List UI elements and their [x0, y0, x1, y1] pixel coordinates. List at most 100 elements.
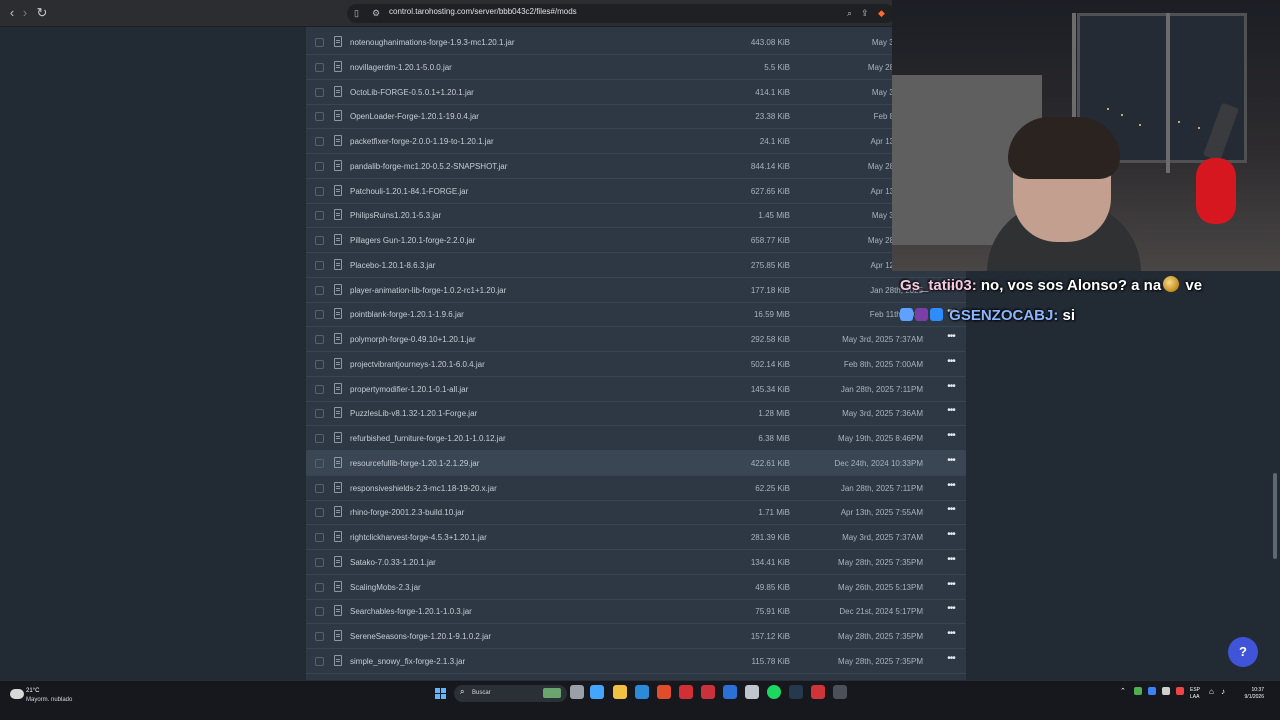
brave-shield-icon[interactable]: ◆ [878, 7, 885, 20]
more-options-icon[interactable]: ••• [945, 530, 957, 542]
more-options-icon[interactable]: ••• [945, 332, 957, 344]
file-name[interactable]: responsiveshields-2.3-mc1.18-19-20.x.jar [350, 484, 497, 493]
volume-icon[interactable]: ♪ [1221, 687, 1225, 696]
file-name[interactable]: OpenLoader-Forge-1.20.1-19.0.4.jar [350, 112, 479, 121]
taskbar-search[interactable]: ⌕ Buscar [454, 685, 567, 702]
row-checkbox[interactable] [315, 409, 324, 419]
language-top[interactable]: ESP [1190, 687, 1200, 693]
file-row[interactable]: Satako-7.0.33-1.20.1.jar 134.41 KiB May 28… [306, 550, 966, 575]
file-row[interactable]: rhino-forge-2001.2.3-build.10.jar 1.71 Mi… [306, 500, 966, 526]
zoom-icon[interactable]: ⌕ [847, 7, 852, 20]
file-row[interactable]: novillagerdm-1.20.1-5.0.0.jar 5.5 KiB May … [306, 55, 966, 80]
row-checkbox[interactable] [315, 161, 324, 171]
row-checkbox[interactable] [315, 359, 324, 369]
more-options-icon[interactable]: ••• [945, 356, 957, 369]
file-row[interactable]: Placebo-1.20.1-8.6.3.jar275.85 KiBApr 12… [306, 253, 966, 278]
row-checkbox[interactable] [315, 458, 324, 468]
file-name[interactable]: PuzzlesLib-v8.1.32-1.20.1-Forge.jar [350, 409, 477, 418]
file-name[interactable]: ScalingMobs-2.3.jar [350, 583, 421, 592]
row-checkbox[interactable] [315, 607, 324, 617]
obs-icon[interactable] [811, 685, 825, 699]
file-name[interactable]: Patchouli-1.20.1-84.1-FORGE.jar [350, 187, 468, 196]
file-row[interactable]: responsiveshields-2.3-mc1.18-19-20.x.jar… [306, 476, 966, 501]
file-row[interactable]: pandalib-forge-mc1.20-0.5.2-SNAPSHOT.jar… [306, 154, 966, 179]
clock-time[interactable]: 10:37 [1251, 687, 1264, 693]
language-bottom[interactable]: LAA [1190, 694, 1199, 700]
more-options-icon[interactable]: ••• [945, 455, 957, 468]
file-name[interactable]: pointblank-forge-1.20.1-1.9.6.jar [350, 310, 464, 319]
wifi-icon[interactable]: ⌂ [1209, 687, 1214, 696]
file-name[interactable]: projectvibrantjourneys-1.20.1-6.0.4.jar [350, 360, 485, 369]
row-checkbox[interactable] [315, 137, 324, 146]
app-icon[interactable] [723, 685, 737, 699]
file-name[interactable]: packetfixer-forge-2.0.0-1.19-to-1.20.1.j… [350, 137, 494, 146]
chevron-up-icon[interactable]: ⌃ [1120, 687, 1126, 695]
more-options-icon[interactable]: ••• [945, 579, 957, 592]
row-checkbox[interactable] [315, 236, 324, 245]
file-row[interactable]: rightclickharvest-forge-4.5.3+1.20.1.jar… [306, 525, 966, 550]
file-explorer-icon[interactable] [613, 685, 627, 699]
more-options-icon[interactable]: ••• [945, 431, 957, 443]
file-name[interactable]: Pillagers Gun-1.20.1-forge-2.2.0.jar [350, 236, 475, 245]
row-checkbox[interactable] [315, 62, 324, 72]
file-name[interactable]: notenoughanimations-forge-1.9.3-mc1.20.1… [350, 38, 515, 47]
file-name[interactable]: Searchables-forge-1.20.1-1.0.3.jar [350, 607, 472, 616]
file-row[interactable]: ScalingMobs-2.3.jar 49.85 KiB May 26th, 20… [306, 575, 966, 600]
file-name[interactable]: player-animation-lib-forge-1.0.2-rc1+1.2… [350, 286, 506, 295]
file-name[interactable]: pandalib-forge-mc1.20-0.5.2-SNAPSHOT.jar [350, 162, 507, 171]
file-name[interactable]: rightclickharvest-forge-4.5.3+1.20.1.jar [350, 533, 487, 542]
file-row[interactable]: simple_snowy_fix-forge-2.1.3.jar 115.78 K… [306, 649, 966, 674]
more-options-icon[interactable]: ••• [945, 604, 957, 616]
widgets-icon[interactable] [590, 685, 604, 699]
row-checkbox[interactable] [315, 384, 324, 394]
app-icon[interactable] [745, 685, 759, 699]
file-row[interactable]: OpenLoader-Forge-1.20.1-19.0.4.jar 23.38 … [306, 104, 966, 130]
row-checkbox[interactable] [315, 508, 324, 518]
file-row[interactable]: OctoLib-FORGE-0.5.0.1+1.20.1.jar 414.1 Ki… [306, 80, 966, 105]
bookmark-icon[interactable]: ▯ [354, 7, 359, 20]
row-checkbox[interactable] [315, 483, 324, 493]
row-checkbox[interactable] [315, 582, 324, 592]
file-row[interactable]: Patchouli-1.20.1-84.1-FORGE.jar 627.65 Ki… [306, 179, 966, 204]
file-name[interactable]: Placebo-1.20.1-8.6.3.jar [350, 261, 435, 270]
file-row[interactable]: resourcefullib-forge-1.20.1-2.1.29.jar 42… [306, 450, 966, 476]
brave-icon[interactable] [657, 685, 671, 699]
more-options-icon[interactable]: ••• [945, 381, 957, 394]
tray-app-icon[interactable] [1162, 687, 1170, 695]
address-bar[interactable]: ▯ ⚙ control.tarohosting.com/server/bbb04… [347, 4, 895, 23]
file-name[interactable]: refurbished_furniture-forge-1.20.1-1.0.1… [350, 434, 506, 443]
file-row[interactable]: PhilipsRuins1.20.1-5.3.jar1.45 MiBMay 3r… [306, 203, 966, 229]
file-name[interactable]: resourcefullib-forge-1.20.1-2.1.29.jar [350, 459, 479, 468]
task-view-icon[interactable] [570, 685, 584, 699]
row-checkbox[interactable] [315, 656, 324, 666]
row-checkbox[interactable] [315, 112, 324, 122]
steam-icon[interactable] [789, 685, 803, 699]
help-button[interactable]: ? [1228, 637, 1258, 667]
file-row[interactable]: packetfixer-forge-2.0.0-1.19-to-1.20.1.j… [306, 129, 966, 154]
spotify-icon[interactable] [767, 685, 781, 699]
forward-icon[interactable]: › [17, 5, 33, 21]
file-row[interactable]: refurbished_furniture-forge-1.20.1-1.0.1… [306, 426, 966, 451]
more-options-icon[interactable]: ••• [945, 653, 957, 666]
tray-app-icon[interactable] [1134, 687, 1142, 695]
tray-app-icon[interactable] [1148, 687, 1156, 695]
edge-icon[interactable] [635, 685, 649, 699]
start-icon[interactable] [435, 688, 447, 700]
weather-widget[interactable]: 21°C Mayorm. nublado [10, 686, 100, 712]
app-icon[interactable] [833, 685, 847, 699]
file-name[interactable]: Satako-7.0.33-1.20.1.jar [350, 558, 436, 567]
file-name[interactable]: propertymodifier-1.20.1-0.1-all.jar [350, 385, 468, 394]
file-name[interactable]: novillagerdm-1.20.1-5.0.0.jar [350, 63, 452, 72]
row-checkbox[interactable] [315, 335, 324, 344]
file-row[interactable]: notenoughanimations-forge-1.9.3-mc1.20.1… [306, 30, 966, 55]
file-row[interactable]: pointblank-forge-1.20.1-1.9.6.jar 16.59 M… [306, 302, 966, 328]
row-checkbox[interactable] [315, 186, 324, 196]
site-info-icon[interactable]: ⚙ [372, 7, 380, 20]
share-icon[interactable]: ⇪ [861, 7, 869, 20]
file-name[interactable]: simple_snowy_fix-forge-2.1.3.jar [350, 657, 465, 666]
more-options-icon[interactable]: ••• [945, 629, 957, 641]
row-checkbox[interactable] [315, 260, 324, 270]
file-name[interactable]: PhilipsRuins1.20.1-5.3.jar [350, 211, 441, 220]
file-row[interactable]: SereneSeasons-forge-1.20.1-9.1.0.2.jar 15… [306, 624, 966, 649]
file-row[interactable]: polymorph-forge-0.49.10+1.20.1.jar 292.58… [306, 327, 966, 352]
